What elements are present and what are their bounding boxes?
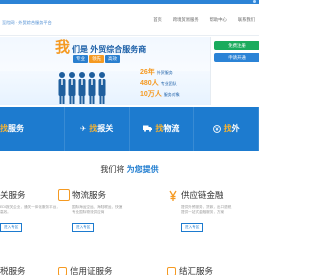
register-button[interactable]: 免费注册 <box>214 41 259 50</box>
stat-label: 外贸服务 <box>156 70 173 75</box>
card-desc: 高效。 <box>0 210 11 214</box>
band-item-service[interactable]: 找服务 <box>0 107 65 151</box>
exchange-icon <box>167 266 176 275</box>
card-title: 供应链金融 <box>181 190 224 200</box>
stats: 26年 外贸服务 480人 专业团队 10万人 服务对象 <box>140 67 180 100</box>
settlement-service[interactable]: 结汇服务 <box>167 265 213 275</box>
service-cards: 关服务 EDI报关企业，通关一体化服务平台， 高效。 进入专区 物流服务 国际海… <box>0 189 259 251</box>
enter-zone-button[interactable]: 进入专区 <box>181 223 204 232</box>
nav-contact[interactable]: 联系我们 <box>238 17 255 23</box>
team-illustration <box>58 72 106 104</box>
enter-zone-button[interactable]: 进入专区 <box>72 223 95 232</box>
hero-tag: 高效 <box>105 55 120 63</box>
card-finance: 供应链金融 提供外贸服务，贷款，出口退税 提供一站式金融服务，方案 进入专区 <box>181 189 259 233</box>
stat-label: 服务对象 <box>163 92 180 97</box>
stat-item: 480人 专业团队 <box>140 78 180 88</box>
hero-tag: 专业 <box>73 55 88 63</box>
nav-trade[interactable]: 跨境贸易服务 <box>173 17 199 23</box>
hero-title: 我 们是 外贸综合服务商 <box>55 40 146 55</box>
stat-item: 26年 外贸服务 <box>140 67 180 77</box>
bottom-services: 税服务 信用证服务 结汇服务 <box>0 262 259 275</box>
card-title: 物流服务 <box>72 190 107 200</box>
nav-help[interactable]: 帮助中心 <box>210 17 227 23</box>
truck-icon <box>143 125 153 132</box>
stat-item: 10万人 服务对象 <box>140 89 180 99</box>
tax-service[interactable]: 税服务 <box>0 265 26 275</box>
header: 至险网 · 外贸综合服务平台 首页 跨境贸易服务 帮助中心 联系我们 <box>0 4 259 36</box>
service-band: 找服务 ✈ 找报关 找物流 找外 <box>0 107 259 151</box>
hero-tag: 领先 <box>89 55 104 63</box>
nav-bar: 首页 跨境贸易服务 帮助中心 联系我们 <box>153 17 255 23</box>
section-title: 我们将 为您提供 <box>100 165 159 174</box>
nav-home[interactable]: 首页 <box>153 17 162 23</box>
stat-label: 专业团队 <box>160 81 177 86</box>
action-panel: 免费注册 申请开通 <box>210 37 259 105</box>
hero-title-char: 我 <box>55 39 71 56</box>
document-icon <box>58 266 67 275</box>
band-item-logistics[interactable]: 找物流 <box>130 107 195 151</box>
logo[interactable]: 至险网 · 外贸综合服务平台 <box>2 20 52 26</box>
stat-number: 480人 <box>140 80 159 87</box>
stat-number: 26年 <box>140 69 155 76</box>
card-logistics: 物流服务 国际海运空运、海陆联运，快速 专业国际物流供应商 进入专区 <box>72 189 152 233</box>
apply-button[interactable]: 申请开通 <box>214 53 259 62</box>
money-icon <box>212 124 221 133</box>
hero-title-text: 们是 外贸综合服务商 <box>72 45 147 54</box>
ship-icon <box>58 189 70 201</box>
enter-zone-button[interactable]: 进入专区 <box>0 223 23 232</box>
stat-number: 10万人 <box>140 91 162 98</box>
band-item-customs[interactable]: ✈ 找报关 <box>65 107 130 151</box>
plane-icon: ✈ <box>79 124 87 133</box>
band-item-forex[interactable]: 找外 <box>194 107 259 151</box>
card-desc: 专业国际物流供应商 <box>72 210 105 214</box>
lc-service[interactable]: 信用证服务 <box>58 265 113 275</box>
page: 至险网 · 外贸综合服务平台 首页 跨境贸易服务 帮助中心 联系我们 我 们是 … <box>0 0 259 275</box>
hero-tags: 专业 领先 高效 <box>73 55 120 63</box>
card-desc: 提供一站式金融服务，方案 <box>181 210 225 214</box>
settings-icon[interactable] <box>253 0 256 3</box>
coin-icon <box>167 189 179 201</box>
